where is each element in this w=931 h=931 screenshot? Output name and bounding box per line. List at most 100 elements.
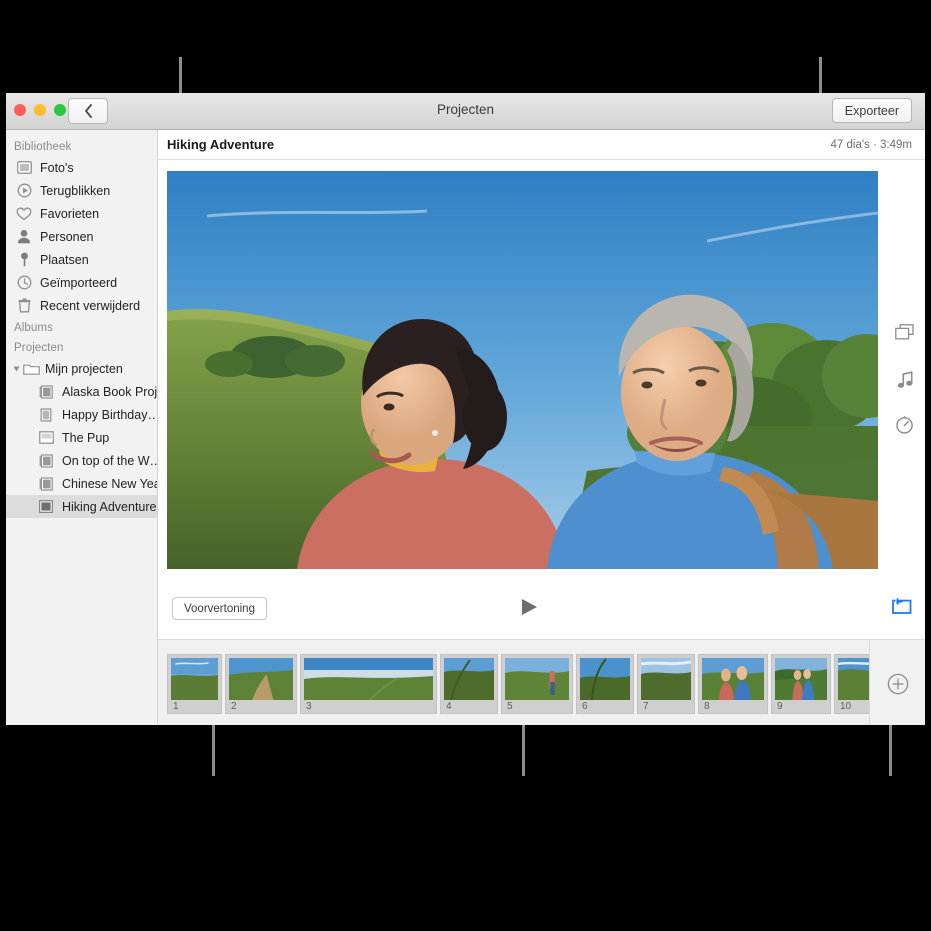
sidebar-section-bibliotheek: Bibliotheek bbox=[14, 141, 72, 153]
sidebar-item-label: Happy Birthday… bbox=[62, 407, 157, 422]
list-item[interactable]: 9 bbox=[771, 653, 831, 714]
clip-number: 9 bbox=[777, 700, 783, 712]
sidebar-item-label: Terugblikken bbox=[40, 183, 111, 198]
memories-icon bbox=[14, 183, 34, 198]
duration-timer-icon[interactable] bbox=[895, 415, 914, 439]
card-icon bbox=[36, 407, 56, 422]
sidebar-item-label: Personen bbox=[40, 229, 94, 244]
clip-number: 2 bbox=[231, 700, 237, 712]
clip-number: 1 bbox=[173, 700, 179, 712]
music-note-icon[interactable] bbox=[897, 371, 914, 394]
content-area: Hiking Adventure 47 dia's · 3:49m Voorve… bbox=[158, 130, 925, 725]
slideshow-viewer bbox=[158, 160, 925, 614]
sidebar-item-label: Recent verwijderd bbox=[40, 298, 141, 313]
content-header: Hiking Adventure 47 dia's · 3:49m bbox=[158, 130, 925, 160]
clip-thumbnail bbox=[505, 657, 569, 700]
clip-thumbnail bbox=[304, 657, 433, 700]
slideshow-icon bbox=[36, 500, 56, 513]
window-body: Bibliotheek Foto's Terugblikken Favoriet… bbox=[6, 130, 925, 725]
sidebar-item-label: Alaska Book Proj… bbox=[62, 384, 157, 399]
clip-number: 5 bbox=[507, 700, 513, 712]
list-item[interactable]: 2 bbox=[225, 653, 297, 714]
clip-number: 10 bbox=[840, 700, 852, 712]
clip-thumbnail bbox=[580, 657, 630, 700]
sidebar-section-albums: Albums bbox=[14, 322, 53, 334]
sidebar-item-on-top-of-the-world[interactable]: On top of the W… bbox=[6, 449, 157, 472]
clip-thumbnail bbox=[171, 657, 218, 700]
sidebar-item-label: Favorieten bbox=[40, 206, 100, 221]
list-item[interactable]: 6 bbox=[576, 653, 634, 714]
photos-icon bbox=[14, 161, 34, 174]
disclosure-triangle-icon[interactable] bbox=[13, 366, 20, 371]
folder-icon bbox=[22, 362, 40, 375]
list-item[interactable]: 4 bbox=[440, 653, 498, 714]
sidebar-item-label: On top of the W… bbox=[62, 453, 157, 468]
window-title: Projecten bbox=[436, 102, 495, 117]
sidebar-item-happy-birthday[interactable]: Happy Birthday… bbox=[6, 403, 157, 426]
clip-thumbnail bbox=[641, 657, 691, 700]
sidebar-item-the-pup[interactable]: The Pup bbox=[6, 426, 157, 449]
sidebar-item-label: Geïmporteerd bbox=[40, 275, 118, 290]
sidebar-item-label: Mijn projecten bbox=[45, 361, 123, 376]
list-item[interactable]: 3 bbox=[300, 653, 437, 714]
book-icon bbox=[36, 384, 56, 399]
page-title: Hiking Adventure bbox=[167, 137, 275, 152]
print-icon bbox=[36, 431, 56, 444]
play-icon bbox=[522, 599, 537, 615]
filmstrip[interactable]: 1 2 3 4 5 6 7 8 9 10 bbox=[158, 639, 925, 725]
sidebar-item-hiking-adventure[interactable]: Hiking Adventure bbox=[6, 495, 157, 518]
sidebar-item-mijn-projecten[interactable]: Mijn projecten bbox=[6, 357, 157, 380]
list-item[interactable]: 1 bbox=[167, 653, 222, 714]
slideshow-tools-rail bbox=[878, 160, 925, 614]
sidebar-item-chinese-new-year[interactable]: Chinese New Year bbox=[6, 472, 157, 495]
themes-icon[interactable] bbox=[895, 324, 914, 345]
screenshot-root: Projecten Exporteer Bibliotheek Foto's T… bbox=[0, 0, 931, 931]
hiking-couple-photo bbox=[167, 171, 878, 569]
clip-number: 7 bbox=[643, 700, 649, 712]
sidebar-item-favorieten[interactable]: Favorieten bbox=[6, 202, 157, 225]
clock-icon bbox=[14, 275, 34, 290]
sidebar-item-terugblikken[interactable]: Terugblikken bbox=[6, 179, 157, 202]
sidebar-section-projecten: Projecten bbox=[14, 342, 64, 354]
sidebar-item-label: Chinese New Year bbox=[62, 476, 157, 491]
sidebar-item-recent-verwijderd[interactable]: Recent verwijderd bbox=[6, 294, 157, 317]
transport-bar: Voorvertoning bbox=[158, 584, 925, 639]
sidebar-item-geimporteerd[interactable]: Geïmporteerd bbox=[6, 271, 157, 294]
add-icon[interactable] bbox=[887, 673, 909, 695]
clip-number: 4 bbox=[446, 700, 452, 712]
sidebar[interactable]: Bibliotheek Foto's Terugblikken Favoriet… bbox=[6, 130, 158, 725]
list-item[interactable]: 8 bbox=[698, 653, 768, 714]
play-button[interactable] bbox=[516, 595, 542, 619]
slide-preview-image[interactable] bbox=[167, 171, 878, 569]
trash-icon bbox=[14, 298, 34, 313]
sidebar-item-label: Hiking Adventure bbox=[62, 499, 157, 514]
pin-icon bbox=[14, 252, 34, 267]
sidebar-item-label: Plaatsen bbox=[40, 252, 89, 267]
sidebar-item-label: Foto's bbox=[40, 160, 74, 175]
export-button[interactable]: Exporteer bbox=[831, 98, 912, 123]
sidebar-item-plaatsen[interactable]: Plaatsen bbox=[6, 248, 157, 271]
clip-number: 3 bbox=[306, 700, 312, 712]
clip-thumbnail bbox=[444, 657, 494, 700]
clip-number: 8 bbox=[704, 700, 710, 712]
play-fullscreen-button[interactable] bbox=[892, 597, 912, 619]
add-clip-zone[interactable] bbox=[869, 640, 925, 725]
list-item[interactable]: 10 bbox=[834, 653, 869, 714]
filmstrip-clips[interactable]: 1 2 3 4 5 6 7 8 9 10 bbox=[158, 651, 869, 717]
clip-thumbnail bbox=[775, 657, 827, 700]
preview-button[interactable]: Voorvertoning bbox=[172, 597, 267, 620]
clip-thumbnail bbox=[838, 657, 869, 700]
book-icon bbox=[36, 476, 56, 491]
sidebar-item-fotos[interactable]: Foto's bbox=[6, 156, 157, 179]
photos-app-window: Projecten Exporteer Bibliotheek Foto's T… bbox=[6, 93, 925, 725]
list-item[interactable]: 5 bbox=[501, 653, 573, 714]
sidebar-item-personen[interactable]: Personen bbox=[6, 225, 157, 248]
clip-thumbnail bbox=[229, 657, 293, 700]
sidebar-item-alaska-book-project[interactable]: Alaska Book Proj… bbox=[6, 380, 157, 403]
project-meta: 47 dia's · 3:49m bbox=[830, 138, 912, 151]
clip-number: 6 bbox=[582, 700, 588, 712]
heart-icon bbox=[14, 207, 34, 221]
list-item[interactable]: 7 bbox=[637, 653, 695, 714]
window-titlebar: Projecten Exporteer bbox=[6, 93, 925, 130]
play-fullscreen-icon bbox=[892, 597, 912, 614]
